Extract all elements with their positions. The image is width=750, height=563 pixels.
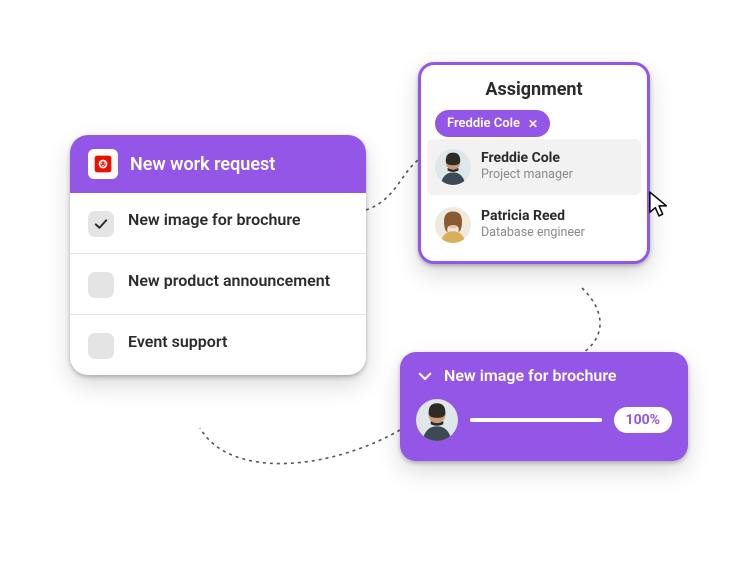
assignment-title: Assignment [421,65,647,110]
assignment-card: Assignment Freddie Cole ✕ Freddie Cole P… [418,62,650,264]
progress-percent: 100% [614,407,672,433]
work-item-label: New product announcement [128,270,330,292]
work-request-list: New image for brochure New product annou… [70,193,366,375]
progress-title: New image for brochure [444,366,617,385]
work-item[interactable]: Event support [70,314,366,375]
work-item-label: New image for brochure [128,209,301,231]
assignee-chip-label: Freddie Cole [447,116,520,131]
checkbox-checked[interactable] [88,211,114,237]
progress-bar [470,418,602,422]
person-role: Project manager [481,167,573,183]
close-icon[interactable]: ✕ [528,117,538,131]
work-item[interactable]: New product announcement [70,253,366,314]
person-name: Patricia Reed [481,209,585,224]
work-request-title: New work request [130,154,275,175]
checkbox-unchecked[interactable] [88,333,114,359]
assignee-chip[interactable]: Freddie Cole ✕ [435,110,550,137]
avatar [416,399,458,441]
lion-icon [88,149,118,179]
work-request-header: New work request [70,135,366,193]
person-role: Database engineer [481,225,585,241]
chevron-down-icon [416,367,434,385]
work-request-card: New work request New image for brochure … [70,135,366,375]
checkbox-unchecked[interactable] [88,272,114,298]
person-row[interactable]: Freddie Cole Project manager [427,139,641,195]
progress-card: New image for brochure 100% [400,352,688,461]
work-item[interactable]: New image for brochure [70,193,366,253]
person-name: Freddie Cole [481,151,573,166]
avatar [435,207,471,243]
work-item-label: Event support [128,331,227,353]
progress-header[interactable]: New image for brochure [416,366,672,385]
cursor-icon [648,190,670,218]
avatar [435,149,471,185]
person-row[interactable]: Patricia Reed Database engineer [421,197,647,253]
